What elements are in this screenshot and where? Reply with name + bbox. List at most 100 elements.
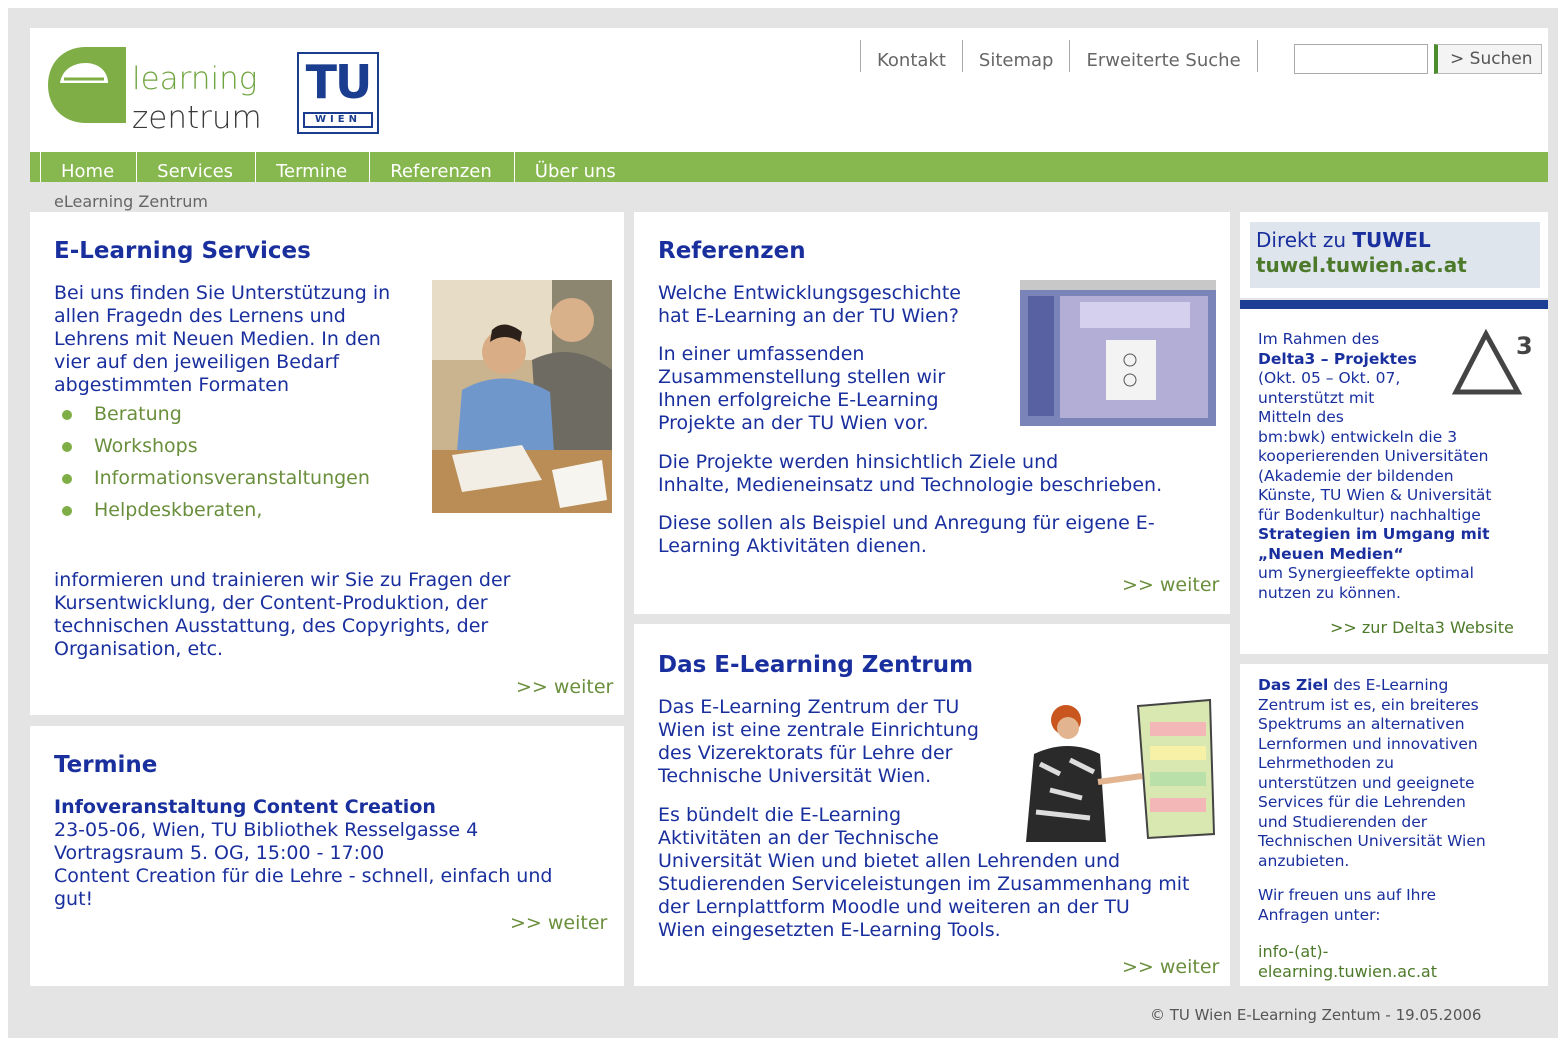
event-line: gut! bbox=[54, 888, 94, 910]
list-item[interactable]: Beratung bbox=[60, 398, 370, 430]
services-intro-line: allen Fragedn des Lernens und bbox=[54, 305, 346, 327]
text-line: Wir freuen uns auf Ihre bbox=[1258, 886, 1437, 904]
nav-item-termine[interactable]: Termine bbox=[255, 152, 369, 182]
text-line: „Neuen Medien“ bbox=[1258, 544, 1404, 563]
services-weiter-link[interactable]: >> weiter bbox=[516, 676, 613, 698]
text-line: des E-Learning bbox=[1328, 676, 1449, 694]
referenzen-p2: In einer umfassenden Zusammenstellung st… bbox=[658, 343, 945, 435]
ziel-text: Das Ziel des E-Learning Zentrum ist es, … bbox=[1258, 676, 1486, 871]
tu-wien-logo[interactable]: TU WIEN bbox=[297, 52, 379, 134]
text-line: Ihnen erfolgreiche E-Learning bbox=[658, 389, 939, 411]
termine-title: Termine bbox=[54, 752, 158, 778]
text-line: Im Rahmen des bbox=[1258, 330, 1380, 348]
services-intro-line: abgestimmten Formaten bbox=[54, 374, 290, 396]
text-line: Universität Wien und bietet allen Lehren… bbox=[658, 850, 1121, 872]
referenzen-panel: Referenzen Welche Entwicklungsgeschichte… bbox=[634, 212, 1230, 614]
services-intro-line: Lehrens mit Neuen Medien. In den bbox=[54, 328, 381, 350]
zentrum-weiter-link[interactable]: >> weiter bbox=[1122, 956, 1219, 978]
services-intro-line: vier auf den jeweiligen Bedarf bbox=[54, 351, 340, 373]
text-line: (Okt. 05 – Okt. 07, bbox=[1258, 369, 1401, 387]
text-line: um Synergieeffekte optimal bbox=[1258, 564, 1474, 582]
nav-item-home[interactable]: Home bbox=[40, 152, 136, 182]
footer-copyright: © TU Wien E-Learning Zentum - 19.05.2006 bbox=[1150, 1006, 1482, 1024]
logo-line2: zentrum bbox=[132, 100, 262, 136]
referenzen-weiter-link[interactable]: >> weiter bbox=[1122, 574, 1219, 596]
tuwel-url[interactable]: tuwel.tuwien.ac.at bbox=[1256, 253, 1534, 278]
services-outro-line: technischen Ausstattung, des Copyrights,… bbox=[54, 615, 489, 637]
nav-item-services[interactable]: Services bbox=[136, 152, 255, 182]
text-line: der Lernplattform Moodle und weiteren an… bbox=[658, 896, 1130, 918]
delta3-project-name: Delta3 – Projektes bbox=[1258, 349, 1417, 368]
text-line: Services für die Lehrenden bbox=[1258, 793, 1466, 811]
text-line: des Vizerektorats für Lehre der bbox=[658, 742, 953, 764]
kontakt-link[interactable]: Kontakt bbox=[860, 40, 962, 72]
services-intro-line: Bei uns finden Sie Unterstützung in bbox=[54, 282, 391, 304]
text-line: anzubieten. bbox=[1258, 851, 1350, 870]
delta3-box: 3 Im Rahmen des Delta3 – Projektes (Okt.… bbox=[1240, 300, 1548, 654]
services-title: E-Learning Services bbox=[54, 238, 311, 264]
search-button[interactable]: > Suchen bbox=[1434, 44, 1542, 74]
text-line: Projekte an der TU Wien vor. bbox=[658, 412, 929, 434]
text-line: Zusammenstellung stellen wir bbox=[658, 366, 946, 388]
main-nav: Home Services Termine Referenzen Über un… bbox=[30, 152, 1548, 182]
text-line: Technische Universität Wien. bbox=[658, 765, 932, 787]
text-line: und Studierenden der bbox=[1258, 812, 1428, 831]
termine-weiter-link[interactable]: >> weiter bbox=[510, 912, 607, 934]
text-line: Anfragen unter: bbox=[1258, 905, 1381, 924]
text-line: für Bodenkultur) nachhaltige bbox=[1258, 505, 1481, 524]
breadcrumb: eLearning Zentrum bbox=[54, 192, 208, 211]
termine-event: Infoveranstaltung Content Creation 23-05… bbox=[54, 796, 552, 911]
logo-wordmark: learning zentrum bbox=[132, 60, 262, 138]
text-line: Wien ist eine zentrale Einrichtung bbox=[658, 719, 979, 741]
event-line: Vortragsraum 5. OG, 15:00 - 17:00 bbox=[54, 842, 385, 864]
referenzen-p4: Diese sollen als Beispiel und Anregung f… bbox=[658, 512, 1155, 558]
event-line: Content Creation für die Lehre - schnell… bbox=[54, 865, 553, 887]
nav-item-referenzen[interactable]: Referenzen bbox=[369, 152, 514, 182]
elearning-logo-icon[interactable] bbox=[46, 45, 126, 125]
delta3-text: Im Rahmen des Delta3 – Projektes (Okt. 0… bbox=[1258, 330, 1492, 603]
text-line: Zentrum ist es, ein breiteres bbox=[1258, 695, 1479, 714]
services-intro: Bei uns finden Sie Unterstützung in alle… bbox=[54, 282, 390, 397]
nav-item-ueber-uns[interactable]: Über uns bbox=[513, 152, 638, 182]
email-link[interactable]: info-(at)- elearning.tuwien.ac.at bbox=[1258, 942, 1437, 981]
zentrum-panel: Das E-Learning Zentrum Das E-Learning Ze… bbox=[634, 624, 1230, 986]
sitemap-link[interactable]: Sitemap bbox=[961, 40, 1070, 72]
text-line: kooperierenden Universitäten bbox=[1258, 447, 1489, 465]
erweiterte-suche-link[interactable]: Erweiterte Suche bbox=[1069, 40, 1258, 72]
text-line: Das E-Learning Zentrum der TU bbox=[658, 696, 960, 718]
text-line: Spektrums an alternativen bbox=[1258, 715, 1465, 733]
delta3-top-bar bbox=[1240, 300, 1548, 309]
tuwel-link-box[interactable]: Direkt zu TUWEL tuwel.tuwien.ac.at bbox=[1250, 222, 1540, 288]
ziel-box: Das Ziel des E-Learning Zentrum ist es, … bbox=[1240, 664, 1548, 986]
email-line: elearning.tuwien.ac.at bbox=[1258, 961, 1437, 981]
search-input[interactable] bbox=[1294, 44, 1428, 74]
services-list: Beratung Workshops Informationsveranstal… bbox=[60, 398, 370, 526]
referenzen-title: Referenzen bbox=[658, 238, 806, 264]
svg-text:3: 3 bbox=[1516, 332, 1532, 360]
text-line: Wien eingesetzten E-Learning Tools. bbox=[658, 919, 1001, 941]
event-title-link[interactable]: Infoveranstaltung Content Creation bbox=[54, 796, 552, 819]
tu-logo-text: TU bbox=[305, 55, 373, 109]
tu-logo-sub: WIEN bbox=[303, 112, 373, 128]
services-outro: informieren und trainieren wir Sie zu Fr… bbox=[54, 569, 510, 661]
text-line: Künste, TU Wien & Universität bbox=[1258, 486, 1492, 504]
text-line: Strategien im Umgang mit bbox=[1258, 525, 1490, 543]
delta3-website-link[interactable]: >> zur Delta3 Website bbox=[1330, 618, 1514, 637]
referenzen-p3: Die Projekte werden hinsichtlich Ziele u… bbox=[658, 451, 1162, 497]
text-line: Technischen Universität Wien bbox=[1258, 832, 1486, 850]
list-item[interactable]: Workshops bbox=[60, 430, 370, 462]
text-line: Die Projekte werden hinsichtlich Ziele u… bbox=[658, 451, 1059, 473]
text-line: bm:bwk) entwickeln die 3 bbox=[1258, 427, 1458, 446]
services-outro-line: informieren und trainieren wir Sie zu Fr… bbox=[54, 569, 511, 591]
list-item[interactable]: Informationsveranstaltungen bbox=[60, 462, 370, 494]
text-line: Diese sollen als Beispiel und Anregung f… bbox=[658, 512, 1155, 534]
list-item[interactable]: Helpdeskberaten, bbox=[60, 494, 370, 526]
zentrum-p1: Das E-Learning Zentrum der TU Wien ist e… bbox=[658, 696, 979, 788]
email-line: info-(at)- bbox=[1258, 942, 1329, 961]
screenshot-thumbnail[interactable] bbox=[1020, 280, 1216, 426]
presenter-photo bbox=[1020, 694, 1216, 842]
logo-line1: learning bbox=[132, 61, 258, 97]
ziel-bold: Das Ziel bbox=[1258, 676, 1329, 694]
text-line: unterstützen und geeignete bbox=[1258, 773, 1475, 792]
text-line: Welche Entwicklungsgeschichte bbox=[658, 282, 961, 304]
